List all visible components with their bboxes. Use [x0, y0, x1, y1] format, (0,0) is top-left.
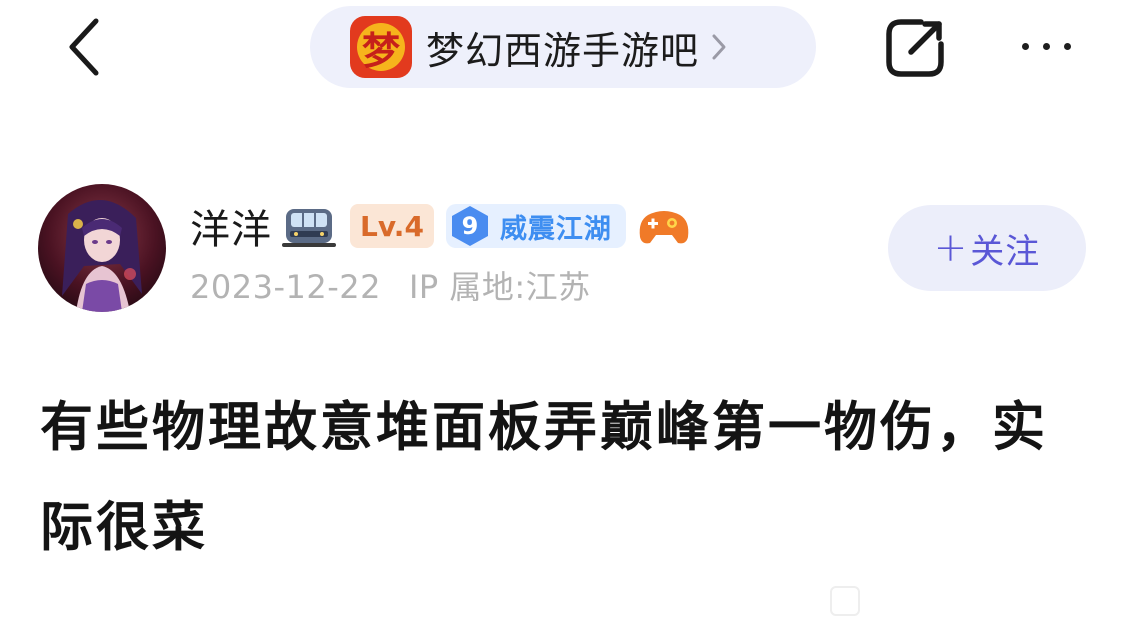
watermark-icon: [830, 586, 860, 616]
game-controller-icon: [638, 203, 690, 249]
rank-badge: 9 威震江湖: [445, 204, 626, 248]
forum-name: 梦幻西游手游吧: [426, 28, 700, 73]
share-button[interactable]: [878, 12, 952, 84]
train-icon: [282, 203, 336, 249]
back-button[interactable]: [54, 14, 114, 80]
follow-button[interactable]: + 关注: [888, 205, 1086, 291]
post-meta: 2023-12-22 IP 属地:江苏: [190, 262, 591, 308]
rank-number-badge: 9: [446, 204, 494, 248]
author-info: 洋洋 Lv.4 9 威震江湖: [190, 196, 690, 256]
post-date: 2023-12-22: [190, 268, 381, 306]
forum-logo-glyph: 梦: [361, 28, 400, 73]
back-arrow-icon: [69, 18, 99, 76]
top-nav-bar: 梦 梦幻西游手游吧: [0, 0, 1125, 96]
rank-number: 9: [461, 212, 479, 240]
username[interactable]: 洋洋: [190, 197, 272, 255]
forum-logo: 梦: [350, 16, 412, 78]
chevron-right-icon: [709, 31, 729, 63]
forum-entry[interactable]: 梦 梦幻西游手游吧: [310, 6, 816, 88]
level-badge: Lv.4: [350, 204, 434, 248]
ip-location: IP 属地:江苏: [408, 268, 591, 306]
plus-icon: +: [933, 225, 969, 271]
post-title: 有些物理故意堆面板弄巅峰第一物伤，实际很菜: [40, 397, 1048, 558]
more-options-button[interactable]: [1006, 20, 1086, 72]
avatar[interactable]: [38, 184, 166, 312]
share-icon: [886, 19, 944, 77]
rank-title: 威震江湖: [499, 213, 612, 245]
follow-label: 关注: [970, 231, 1041, 272]
more-dots-icon: [1021, 42, 1029, 50]
